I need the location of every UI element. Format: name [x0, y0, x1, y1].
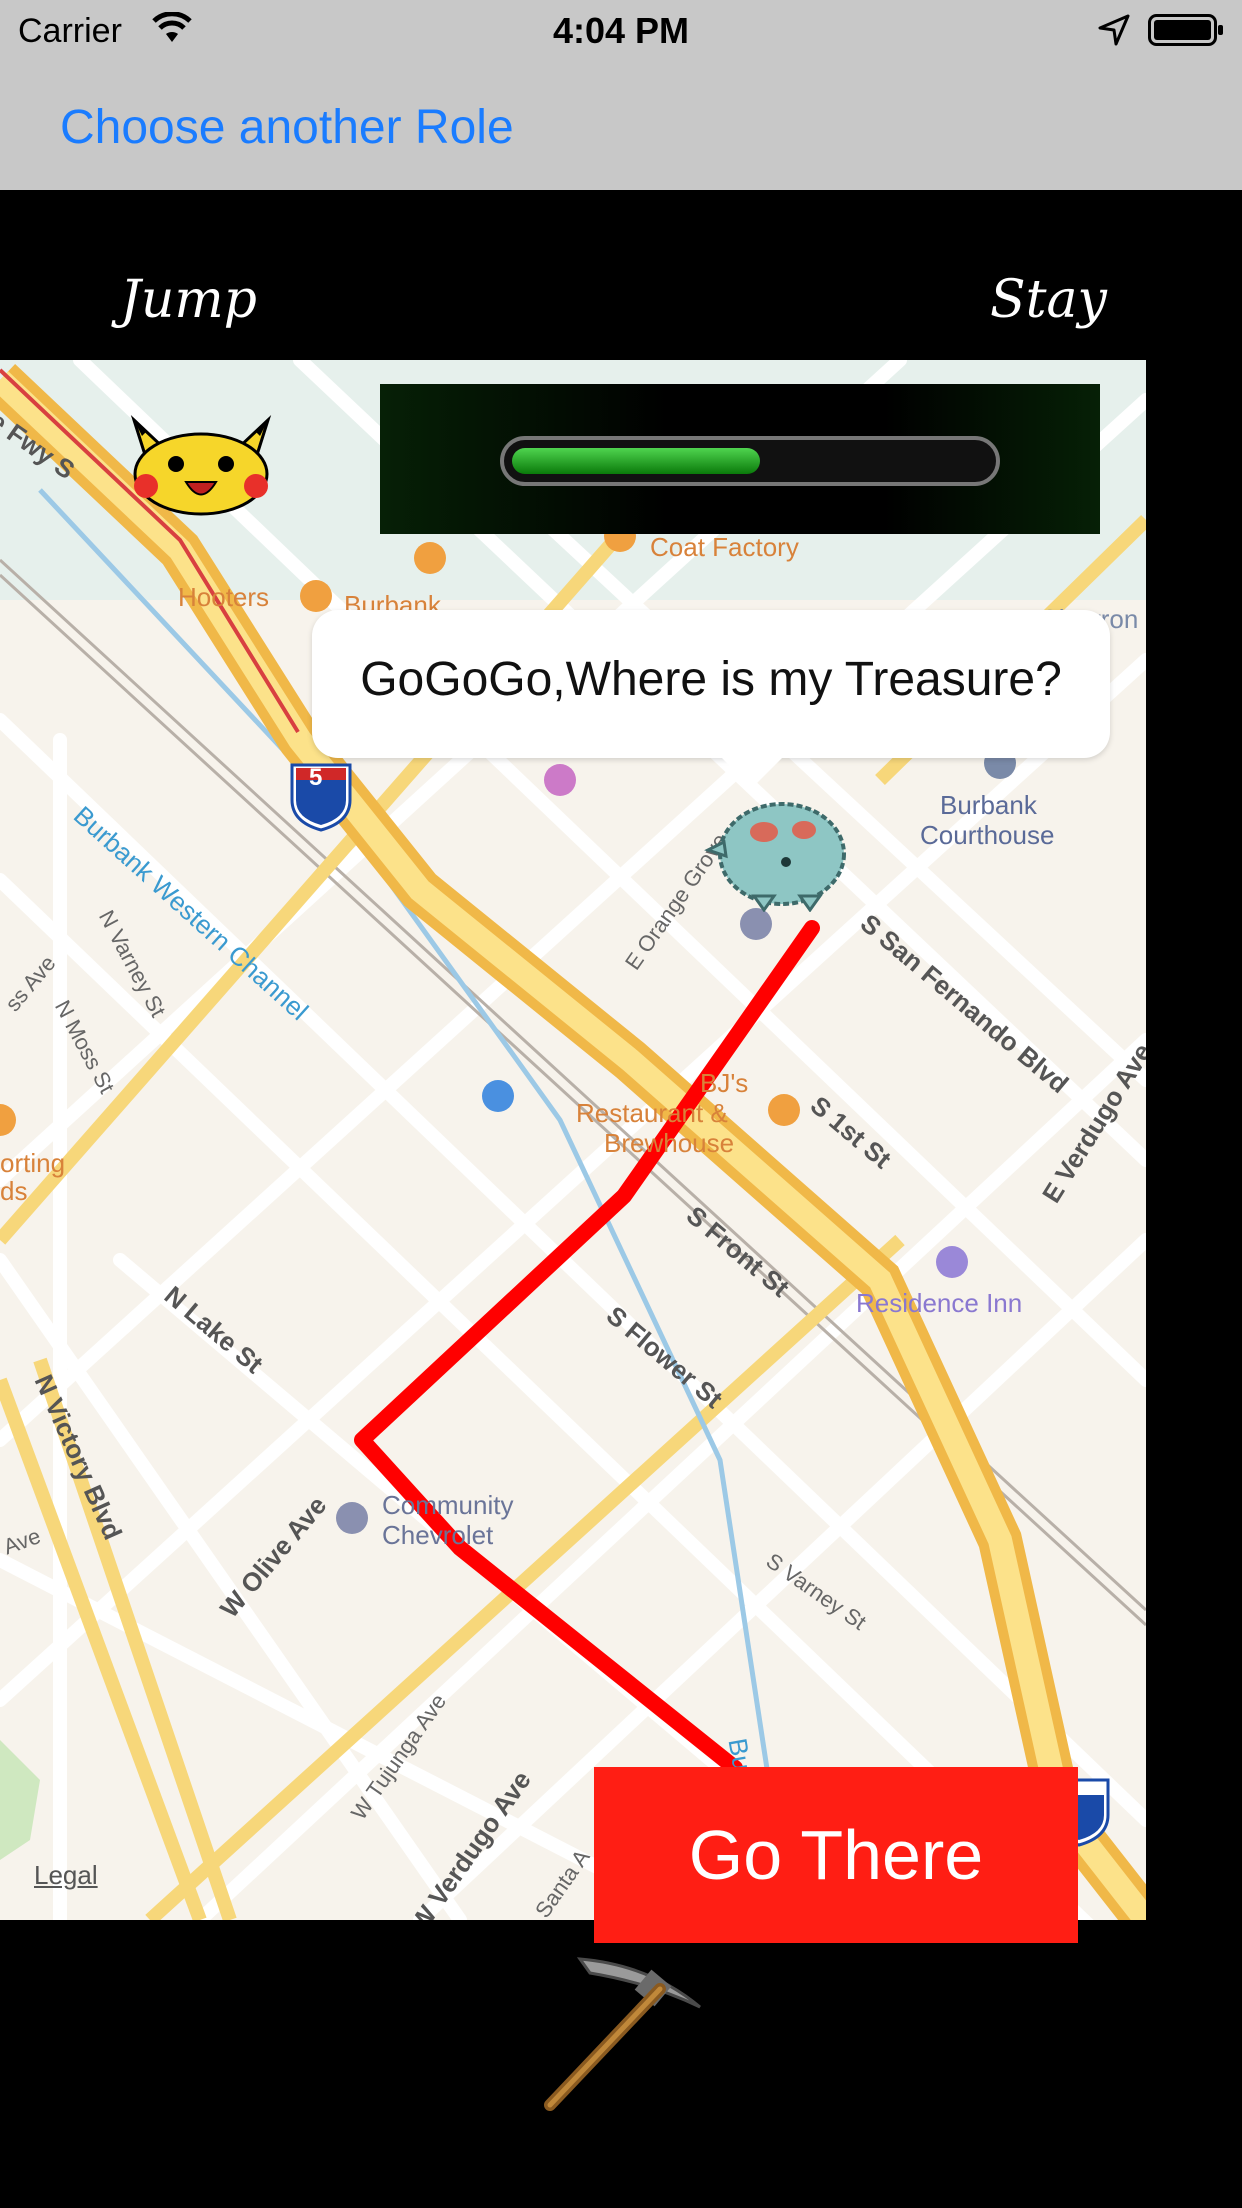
map-label-coat-factory: Coat Factory [650, 532, 799, 562]
jump-button[interactable]: Jump [120, 270, 257, 330]
map-label-burbank-courthouse-2: Courthouse [920, 820, 1055, 850]
pokemon-sprite-icon[interactable] [704, 792, 854, 912]
map-label-bjs-2: Restaurant & [576, 1098, 728, 1128]
battery-icon [1148, 14, 1223, 46]
go-there-button[interactable]: Go There [594, 1767, 1078, 1943]
clock: 4:04 PM [552, 10, 690, 51]
status-bar: Carrier 4:04 PM [0, 0, 1242, 60]
location-arrow-icon [1098, 14, 1130, 46]
interstate-shield-number: 5 [309, 764, 323, 791]
speech-bubble: GoGoGo,Where is my Treasure? [312, 610, 1110, 788]
map-label-sporting-1: orting [0, 1148, 66, 1178]
pikachu-icon[interactable] [116, 412, 286, 518]
map-view[interactable]: te Fwy S Hooters Burbank Coat Factory Ch… [0, 360, 1146, 1920]
progress-bar [500, 436, 1000, 486]
map-label-burbank-courthouse-1: Burbank [940, 790, 1037, 820]
map-label-bjs-1: BJ's [700, 1068, 749, 1098]
progress-panel [380, 384, 1100, 534]
legal-link[interactable]: Legal [34, 1860, 98, 1891]
map-streets [0, 360, 1146, 1920]
map-label-bjs-3: Brewhouse [604, 1128, 735, 1158]
map-label-sporting-2: ds [0, 1176, 28, 1206]
choose-another-role-link[interactable]: Choose another Role [60, 100, 514, 155]
speech-bubble-text: GoGoGo,Where is my Treasure? [360, 653, 1062, 706]
map-label-hooters: Hooters [178, 582, 270, 612]
progress-bar-fill [512, 448, 760, 474]
navigation-bar: Choose another Role [0, 60, 1242, 190]
map-label-residence-inn: Residence Inn [856, 1288, 1023, 1318]
map-label-community-1: Community [382, 1490, 514, 1520]
map-label-community-2: Chevrolet [382, 1520, 494, 1550]
pickaxe-icon[interactable] [540, 1955, 710, 2115]
stay-button[interactable]: Stay [990, 270, 1107, 330]
